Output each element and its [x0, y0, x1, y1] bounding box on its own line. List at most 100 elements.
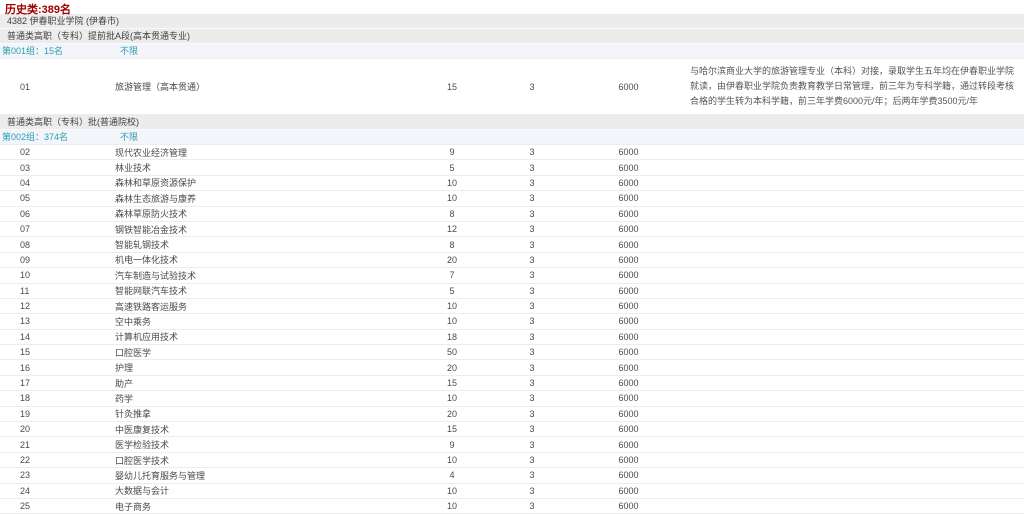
course-major: 汽车制造与试验技术 — [115, 269, 412, 282]
course-plan-count: 20 — [412, 363, 492, 373]
course-fee: 6000 — [572, 363, 685, 373]
course-row: 25 电子商务 10 3 6000 — [0, 499, 1024, 514]
course-duration: 3 — [492, 255, 572, 265]
group-requirement: 不限 — [118, 44, 138, 58]
course-row: 07 钢铁智能冶金技术 12 3 6000 — [0, 222, 1024, 237]
course-fee: 6000 — [572, 270, 685, 280]
course-fee: 6000 — [572, 82, 685, 92]
group-header-001: 第001组：15名 不限 — [0, 44, 1024, 59]
course-code: 02 — [0, 147, 115, 157]
course-fee: 6000 — [572, 347, 685, 357]
course-code: 20 — [0, 424, 115, 434]
course-row: 13 空中乘务 10 3 6000 — [0, 314, 1024, 329]
course-duration: 3 — [492, 224, 572, 234]
course-row: 24 大数据与会计 10 3 6000 — [0, 484, 1024, 499]
course-note: 与哈尔滨商业大学的旅游管理专业（本科）对接，录取学生五年均在伊春职业学院就读，由… — [685, 64, 1024, 109]
course-code: 07 — [0, 224, 115, 234]
course-code: 10 — [0, 270, 115, 280]
course-code: 21 — [0, 440, 115, 450]
course-code: 25 — [0, 501, 115, 511]
course-code: 11 — [0, 286, 115, 296]
course-duration: 3 — [492, 316, 572, 326]
course-plan-count: 20 — [412, 409, 492, 419]
course-duration: 3 — [492, 363, 572, 373]
course-major: 钢铁智能冶金技术 — [115, 223, 412, 236]
course-duration: 3 — [492, 347, 572, 357]
course-major: 森林和草原资源保护 — [115, 176, 412, 189]
course-duration: 3 — [492, 82, 572, 92]
course-code: 04 — [0, 178, 115, 188]
course-major: 森林生态旅游与康养 — [115, 192, 412, 205]
course-fee: 6000 — [572, 424, 685, 434]
course-plan-count: 20 — [412, 255, 492, 265]
batch-header-regular: 普通类高职（专科）批(普通院校) — [0, 115, 1024, 130]
course-code: 08 — [0, 240, 115, 250]
course-plan-count: 10 — [412, 193, 492, 203]
course-duration: 3 — [492, 163, 572, 173]
course-fee: 6000 — [572, 316, 685, 326]
course-row: 05 森林生态旅游与康养 10 3 6000 — [0, 191, 1024, 206]
course-fee: 6000 — [572, 193, 685, 203]
course-plan-count: 12 — [412, 224, 492, 234]
course-major: 口腔医学技术 — [115, 454, 412, 467]
course-row: 08 智能轧钢技术 8 3 6000 — [0, 237, 1024, 252]
course-plan-count: 8 — [412, 209, 492, 219]
course-plan-count: 15 — [412, 82, 492, 92]
course-fee: 6000 — [572, 301, 685, 311]
course-duration: 3 — [492, 301, 572, 311]
course-row: 04 森林和草原资源保护 10 3 6000 — [0, 176, 1024, 191]
course-fee: 6000 — [572, 378, 685, 388]
course-duration: 3 — [492, 270, 572, 280]
course-row: 11 智能网联汽车技术 5 3 6000 — [0, 284, 1024, 299]
course-major: 高速铁路客运服务 — [115, 300, 412, 313]
course-row: 20 中医康复技术 15 3 6000 — [0, 422, 1024, 437]
course-code: 17 — [0, 378, 115, 388]
course-fee: 6000 — [572, 224, 685, 234]
course-fee: 6000 — [572, 209, 685, 219]
course-duration: 3 — [492, 501, 572, 511]
course-fee: 6000 — [572, 286, 685, 296]
course-fee: 6000 — [572, 501, 685, 511]
course-plan-count: 9 — [412, 147, 492, 157]
course-plan-count: 10 — [412, 455, 492, 465]
course-duration: 3 — [492, 209, 572, 219]
course-major: 森林草原防火技术 — [115, 207, 412, 220]
category-title: 历史类:389名 — [0, 0, 1024, 14]
course-plan-count: 4 — [412, 470, 492, 480]
course-row: 23 婴幼儿托育服务与管理 4 3 6000 — [0, 468, 1024, 483]
course-plan-count: 10 — [412, 178, 492, 188]
course-code: 24 — [0, 486, 115, 496]
course-code: 22 — [0, 455, 115, 465]
course-code: 09 — [0, 255, 115, 265]
course-major: 计算机应用技术 — [115, 330, 412, 343]
course-duration: 3 — [492, 378, 572, 388]
course-row: 14 计算机应用技术 18 3 6000 — [0, 330, 1024, 345]
course-major: 电子商务 — [115, 500, 412, 513]
group-label: 第001组：15名 — [0, 44, 118, 58]
course-fee: 6000 — [572, 455, 685, 465]
course-major: 现代农业经济管理 — [115, 146, 412, 159]
course-duration: 3 — [492, 240, 572, 250]
course-code: 06 — [0, 209, 115, 219]
course-major: 机电一体化技术 — [115, 253, 412, 266]
course-plan-count: 15 — [412, 378, 492, 388]
course-duration: 3 — [492, 486, 572, 496]
course-plan-count: 15 — [412, 424, 492, 434]
course-duration: 3 — [492, 424, 572, 434]
group-label: 第002组：374名 — [0, 130, 118, 144]
course-duration: 3 — [492, 440, 572, 450]
course-row: 06 森林草原防火技术 8 3 6000 — [0, 207, 1024, 222]
course-row: 09 机电一体化技术 20 3 6000 — [0, 253, 1024, 268]
course-major: 助产 — [115, 377, 412, 390]
course-row: 19 针灸推拿 20 3 6000 — [0, 407, 1024, 422]
course-major: 智能轧钢技术 — [115, 238, 412, 251]
course-plan-count: 9 — [412, 440, 492, 450]
course-row: 18 药学 10 3 6000 — [0, 391, 1024, 406]
course-row: 22 口腔医学技术 10 3 6000 — [0, 453, 1024, 468]
course-code: 03 — [0, 163, 115, 173]
group-header-002: 第002组：374名 不限 — [0, 130, 1024, 145]
course-code: 18 — [0, 393, 115, 403]
course-major: 护理 — [115, 361, 412, 374]
course-row: 12 高速铁路客运服务 10 3 6000 — [0, 299, 1024, 314]
course-fee: 6000 — [572, 486, 685, 496]
